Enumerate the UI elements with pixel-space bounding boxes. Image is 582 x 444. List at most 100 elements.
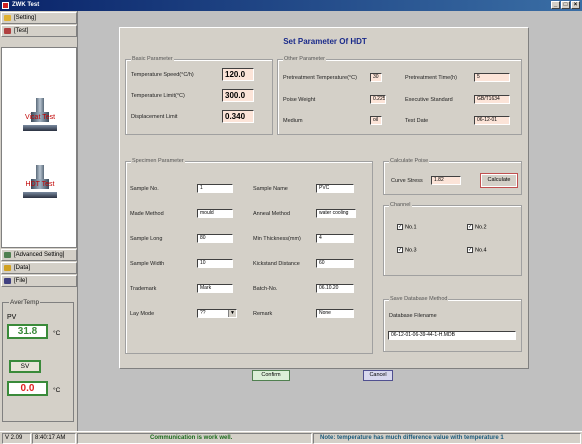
folder-icon — [4, 15, 11, 21]
title-bar: ZWK Test _ □ × — [0, 0, 582, 11]
save-database-group: Save Database Method Database Filename 0… — [383, 296, 522, 352]
temperature-speed-label: Temperature Speed(°C/h) — [131, 72, 194, 78]
lay-mode-label: Lay Mode — [130, 311, 155, 317]
sidebar: [Setting] [Test] Vicat Test HDT Test [Ad… — [0, 11, 78, 431]
basic-parameter-group: Basic Parameter Temperature Speed(°C/h) … — [125, 56, 273, 135]
hdt-test-button[interactable]: HDT Test — [17, 165, 63, 205]
calculate-button[interactable]: Calculate — [480, 173, 518, 188]
curve-stress-label: Curve Stress — [391, 178, 423, 184]
sidebar-item-label: [Setting] — [14, 15, 37, 21]
kickstand-distance-label: Kickstand Distance — [253, 261, 300, 267]
channel-group: Channel ✓ No.1 ✓ No.2 ✓ No.3 ✓ No.4 — [383, 202, 522, 276]
channel-2-label: No.2 — [475, 224, 487, 231]
sidebar-item-label: [Data] — [14, 265, 31, 271]
play-icon — [4, 28, 11, 34]
channel-legend: Channel — [389, 202, 412, 208]
sidebar-item-advanced-setting[interactable]: [Advanced Setting] — [1, 249, 77, 261]
sidebar-item-label: [Test] — [14, 28, 29, 34]
vicat-probe-icon — [36, 98, 44, 112]
kickstand-distance-input[interactable]: 60 — [316, 259, 354, 268]
min-thickness-label: Min Thickness(mm) — [253, 236, 301, 242]
checkbox-checked-icon[interactable]: ✓ — [467, 224, 473, 230]
checkbox-checked-icon[interactable]: ✓ — [467, 247, 473, 253]
version-label: V 2.09 — [2, 433, 31, 444]
database-filename-input[interactable]: 06-12-01-06-39-44-1-H.MDB — [388, 331, 516, 340]
lay-mode-select[interactable]: ?? ▼ — [197, 309, 237, 318]
save-database-legend: Save Database Method — [389, 296, 449, 302]
displacement-limit-input[interactable]: 0.340 — [222, 110, 254, 123]
sample-width-input[interactable]: 10 — [197, 259, 233, 268]
window-title: ZWK Test — [12, 2, 40, 8]
confirm-button[interactable]: Confirm — [252, 370, 290, 381]
test-date-label: Test Date — [405, 118, 429, 124]
curve-stress-input[interactable]: 1.82 — [431, 176, 461, 185]
set-parameter-panel: Set Parameter Of HDT Basic Parameter Tem… — [119, 27, 529, 369]
communication-status: Communication is work well. — [77, 433, 312, 444]
close-button[interactable]: × — [571, 1, 580, 9]
pv-unit: °C — [53, 330, 61, 337]
chevron-down-icon[interactable]: ▼ — [228, 310, 236, 317]
displacement-limit-label: Displacement Limit — [131, 114, 178, 120]
channel-3-label: No.3 — [405, 247, 417, 254]
made-method-input[interactable]: mould — [197, 209, 233, 218]
temperature-speed-input[interactable]: 120.0 — [222, 68, 254, 81]
page-title: Set Parameter Of HDT — [283, 37, 367, 46]
anneal-method-input[interactable]: water cooling — [316, 209, 356, 218]
pretreatment-time-input[interactable]: 5 — [474, 73, 510, 82]
min-thickness-input[interactable]: 4 — [316, 234, 354, 243]
made-method-label: Made Method — [130, 211, 164, 217]
sidebar-item-label: [Advanced Setting] — [14, 252, 65, 258]
channel-1-checkbox[interactable]: ✓ No.1 — [397, 224, 417, 230]
sv-button[interactable]: SV — [9, 360, 41, 373]
pv-label: PV — [7, 314, 17, 321]
remark-input[interactable]: None — [316, 309, 354, 318]
sample-name-input[interactable]: PVC — [316, 184, 354, 193]
basic-parameter-legend: Basic Parameter — [131, 56, 174, 62]
calculate-poise-group: Calculate Poise Curve Stress 1.82 Calcul… — [383, 158, 522, 195]
checkbox-checked-icon[interactable]: ✓ — [397, 224, 403, 230]
sidebar-item-label: [File] — [14, 278, 28, 284]
database-filename-label: Database Filename — [389, 313, 437, 319]
hdt-probe-icon — [36, 165, 44, 179]
sidebar-item-test[interactable]: [Test] — [1, 25, 77, 37]
executive-standard-label: Executive Standard — [405, 97, 453, 103]
file-icon — [4, 278, 11, 284]
medium-label: Medium — [283, 118, 303, 124]
lay-mode-value: ?? — [200, 310, 206, 316]
vicat-test-button[interactable]: Vicat Test — [17, 98, 63, 138]
minimize-button[interactable]: _ — [551, 1, 560, 9]
trademark-input[interactable]: Mark — [197, 284, 233, 293]
sv-unit: °C — [53, 387, 61, 394]
sample-long-label: Sample Long — [130, 236, 163, 242]
temperature-legend: AverTemp — [9, 299, 41, 306]
pretreatment-time-label: Pretreatment Time(h) — [405, 75, 457, 81]
medium-input[interactable]: oil — [370, 116, 382, 125]
channel-3-checkbox[interactable]: ✓ No.3 — [397, 247, 417, 253]
vicat-test-label: Vicat Test — [24, 114, 56, 121]
hdt-test-label: HDT Test — [25, 181, 55, 188]
temperature-limit-label: Temperature Limit(°C) — [131, 93, 185, 99]
cancel-button[interactable]: Cancel — [363, 370, 393, 381]
pretreatment-temperature-input[interactable]: 30 — [370, 73, 382, 82]
poise-weight-input[interactable]: 0.225 — [370, 95, 386, 104]
test-date-input[interactable]: 06-12-01 — [474, 116, 510, 125]
clock-label: 8:40:17 AM — [32, 433, 76, 444]
sidebar-item-file[interactable]: [File] — [1, 275, 77, 287]
sidebar-item-data[interactable]: [Data] — [1, 262, 77, 274]
temperature-limit-input[interactable]: 300.0 — [222, 89, 254, 102]
sidebar-item-setting[interactable]: [Setting] — [1, 12, 77, 24]
main-area: Set Parameter Of HDT Basic Parameter Tem… — [78, 11, 582, 431]
executive-standard-input[interactable]: GB/T1634 — [474, 95, 510, 104]
calculate-poise-legend: Calculate Poise — [389, 158, 430, 164]
sample-no-input[interactable]: 1 — [197, 184, 233, 193]
channel-4-label: No.4 — [475, 247, 487, 254]
other-parameter-legend: Other Parameter — [283, 56, 326, 62]
maximize-button[interactable]: □ — [561, 1, 570, 9]
sample-long-input[interactable]: 80 — [197, 234, 233, 243]
checkbox-checked-icon[interactable]: ✓ — [397, 247, 403, 253]
channel-2-checkbox[interactable]: ✓ No.2 — [467, 224, 487, 230]
channel-4-checkbox[interactable]: ✓ No.4 — [467, 247, 487, 253]
window-controls: _ □ × — [551, 1, 580, 9]
poise-weight-label: Poise Weight — [283, 97, 316, 103]
batch-no-input[interactable]: 06.10.20 — [316, 284, 354, 293]
